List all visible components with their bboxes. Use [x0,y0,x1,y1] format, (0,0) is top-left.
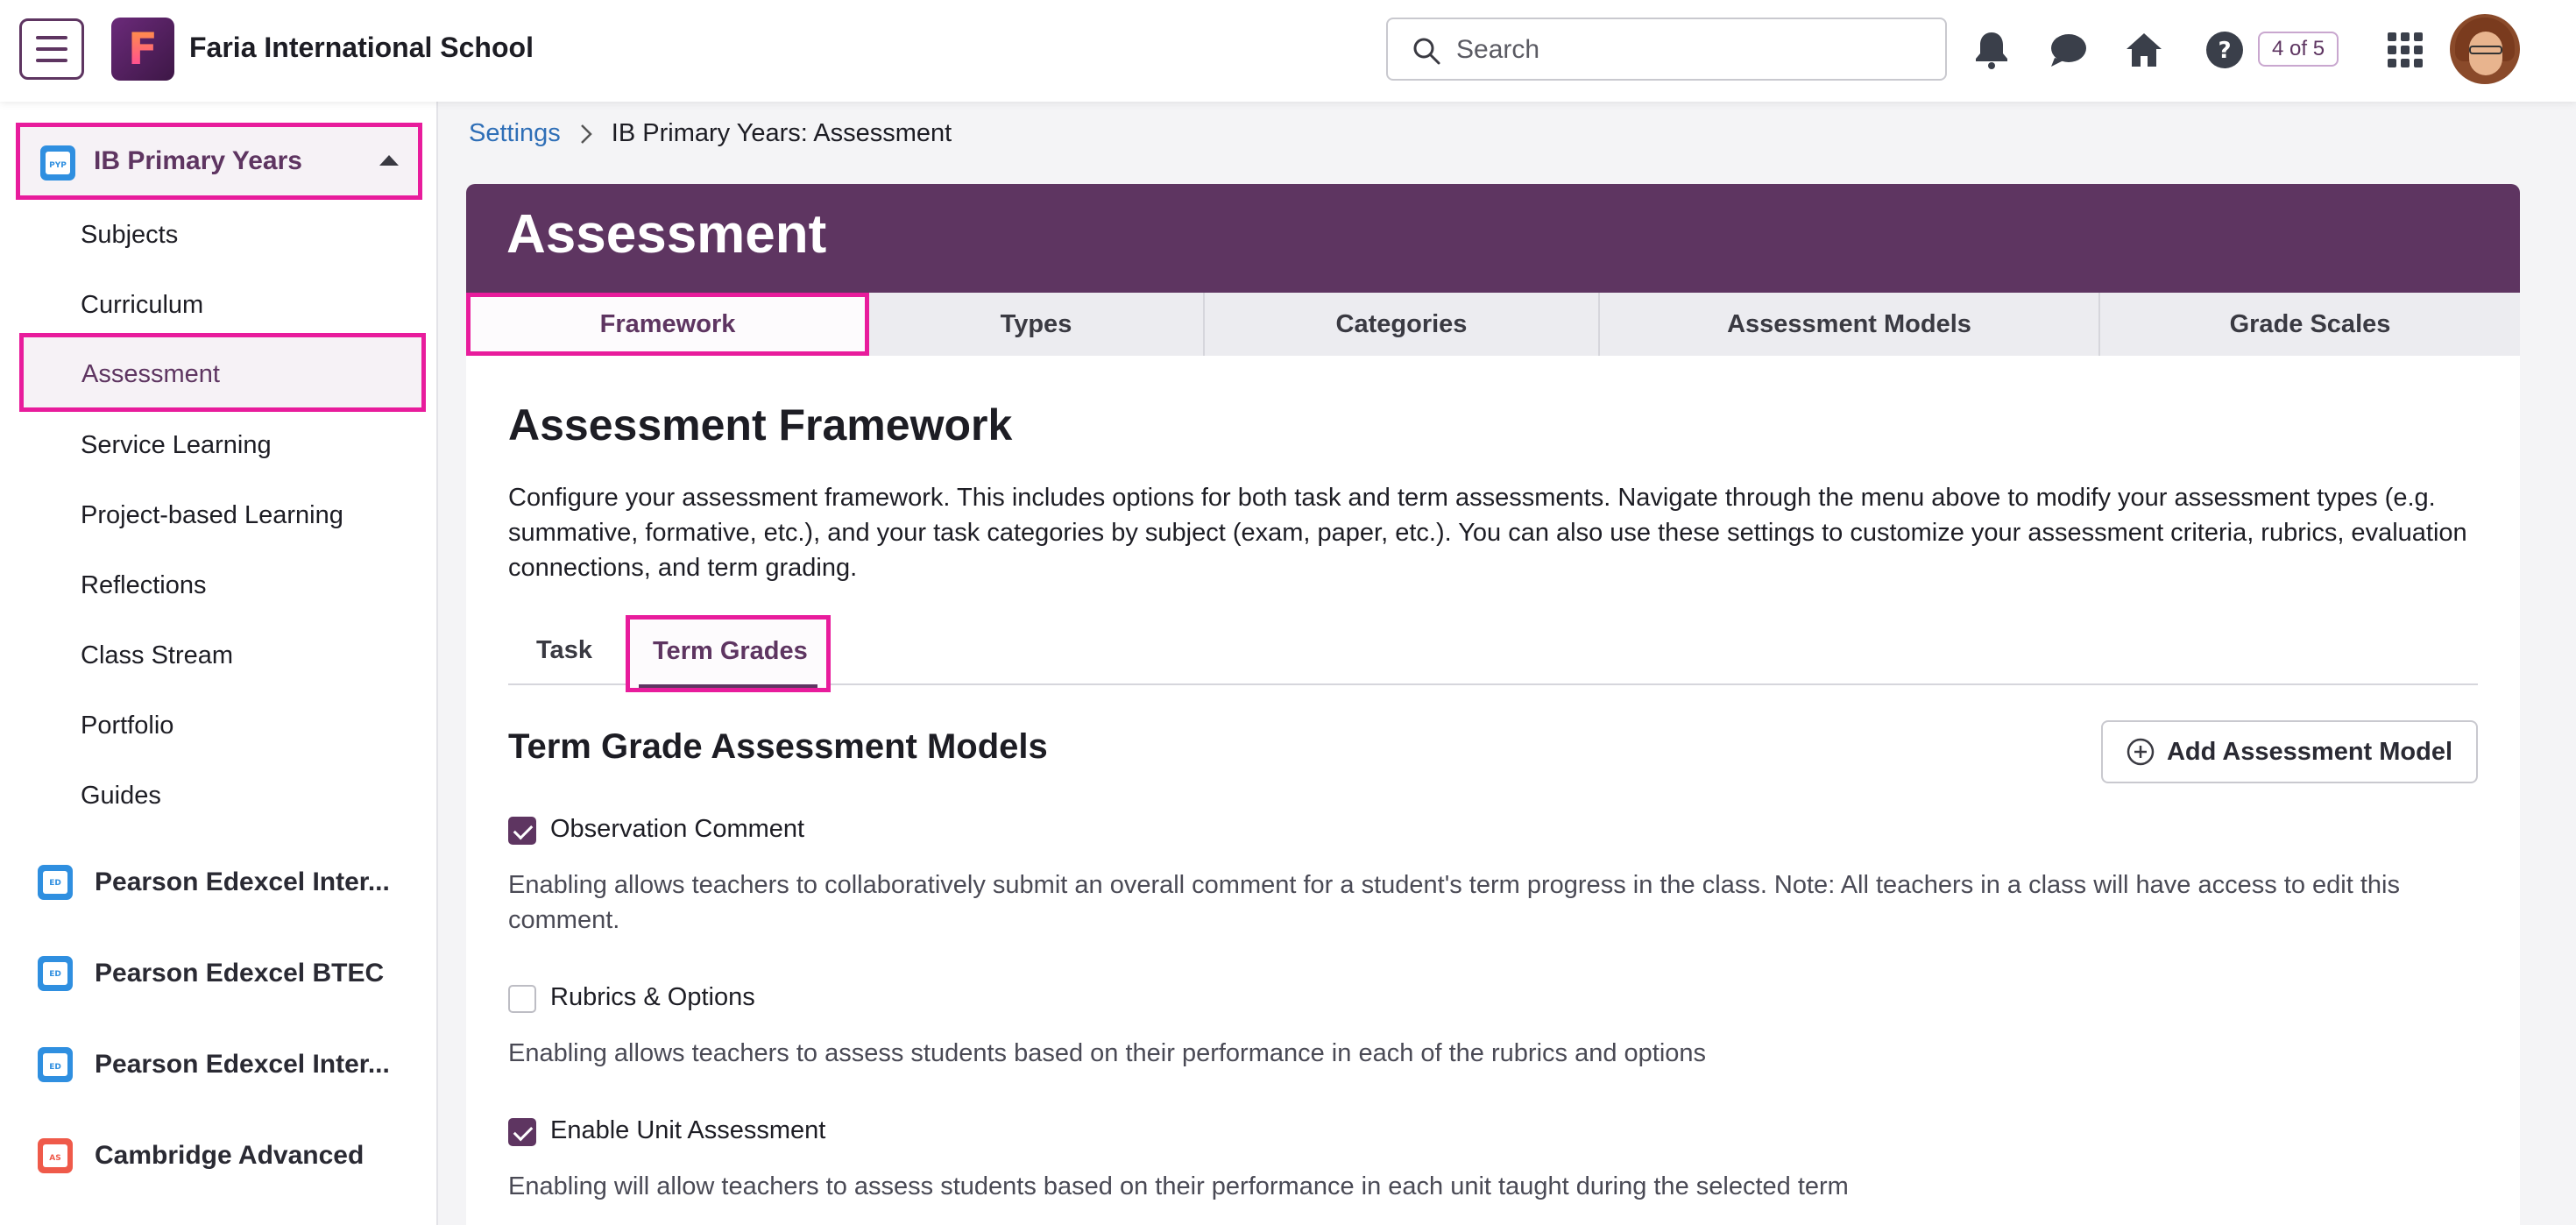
home-icon[interactable] [2122,28,2166,72]
program-label: Pearson Edexcel Inter... [95,1050,390,1079]
program-label: Pearson Edexcel BTEC [95,959,385,988]
sidebar-item-service-learning[interactable]: Service Learning [81,431,272,460]
tab-assessment-models[interactable]: Assessment Models [1600,293,2100,356]
subtab-task[interactable]: Task [536,636,592,665]
tab-framework[interactable]: Framework [466,293,869,356]
svg-text:PYP: PYP [49,161,67,170]
sidebar-item-class-stream[interactable]: Class Stream [81,641,233,670]
option-label[interactable]: Enable Unit Assessment [550,1116,825,1145]
program-label: Pearson Edexcel Inter... [95,867,390,896]
rubrics-options-checkbox[interactable] [508,985,536,1013]
sidebar-program-label: IB Primary Years [94,146,302,175]
assessment-card: Assessment Framework Types Categories As… [466,184,2520,1225]
subtab-term-grades[interactable]: Term Grades [626,615,831,692]
assessment-tabs: Framework Types Categories Assessment Mo… [466,293,2520,356]
edexcel-program-icon: ED [38,1047,73,1082]
bell-icon[interactable] [1970,28,2013,72]
sidebar-item-project-based-learning[interactable]: Project-based Learning [81,501,343,530]
sidebar-item-reflections[interactable]: Reflections [81,571,206,600]
breadcrumb-current: IB Primary Years: Assessment [611,119,952,147]
option-description: Enabling will allow teachers to assess s… [508,1172,1849,1200]
framework-subtabs: Task Term Grades [508,615,2478,692]
sidebar-item-portfolio[interactable]: Portfolio [81,712,173,740]
tab-grade-scales[interactable]: Grade Scales [2100,293,2520,356]
search-icon [1413,38,1440,65]
plus-circle-icon [2127,738,2155,766]
breadcrumb-settings-link[interactable]: Settings [469,119,561,148]
apps-grid-icon[interactable] [2383,28,2427,72]
caret-up-icon[interactable] [379,155,399,166]
cambridge-program-icon: AS [38,1138,73,1173]
page-title: Assessment [506,204,827,265]
search-input[interactable] [1456,32,1929,68]
add-assessment-model-label: Add Assessment Model [2166,737,2453,766]
menu-icon[interactable] [19,18,84,80]
chevron-right-icon [580,124,592,144]
tab-types[interactable]: Types [869,293,1205,356]
counter-badge[interactable]: 4 of 5 [2258,32,2339,67]
edexcel-program-icon: ED [38,865,73,900]
top-bar: F Faria International School ? 4 of 5 [0,0,2576,102]
sidebar-item-subjects[interactable]: Subjects [81,221,178,250]
sidebar-program-ib-primary-years[interactable]: PYP IB Primary Years [16,123,422,200]
observation-comment-checkbox[interactable] [508,817,536,845]
subtab-term-grades-label: Term Grades [653,637,808,665]
program-label: Cambridge Advanced [95,1141,364,1170]
sidebar-item-guides[interactable]: Guides [81,782,161,811]
svg-text:ED: ED [49,970,61,979]
edexcel-btec-program-icon: ED [38,956,73,991]
page-header: Assessment [466,184,2520,293]
section-description: Configure your assessment framework. Thi… [508,484,2467,582]
help-icon[interactable]: ? [2203,28,2247,72]
logo-letter: F [127,24,159,74]
option-label[interactable]: Rubrics & Options [550,983,755,1012]
option-description: Enabling allows teachers to collaborativ… [508,871,2400,934]
option-label[interactable]: Observation Comment [550,815,804,844]
enable-unit-assessment-checkbox[interactable] [508,1118,536,1146]
term-models-title: Term Grade Assessment Models [508,727,1048,766]
school-name[interactable]: Faria International School [189,32,534,64]
search-box[interactable] [1386,18,1947,81]
chat-icon[interactable] [2047,28,2091,72]
option-description: Enabling allows teachers to assess stude… [508,1039,1707,1067]
pyp-program-icon: PYP [40,145,75,181]
tab-categories[interactable]: Categories [1205,293,1600,356]
active-tab-indicator [639,684,817,688]
breadcrumb: Settings IB Primary Years: Assessment [469,119,952,148]
add-assessment-model-button[interactable]: Add Assessment Model [2101,720,2478,783]
sidebar-item-curriculum[interactable]: Curriculum [81,291,203,320]
sidebar: PYP IB Primary Years Subjects Curriculum… [0,102,438,1225]
svg-text:ED: ED [49,1063,61,1072]
svg-text:AS: AS [49,1154,60,1163]
school-logo[interactable]: F [111,18,174,81]
svg-text:ED: ED [49,879,61,888]
sidebar-item-label: Assessment [81,360,220,388]
avatar[interactable] [2450,14,2520,84]
svg-text:?: ? [2218,38,2231,64]
section-title: Assessment Framework [508,400,1013,450]
sidebar-item-assessment[interactable]: Assessment [19,333,426,412]
